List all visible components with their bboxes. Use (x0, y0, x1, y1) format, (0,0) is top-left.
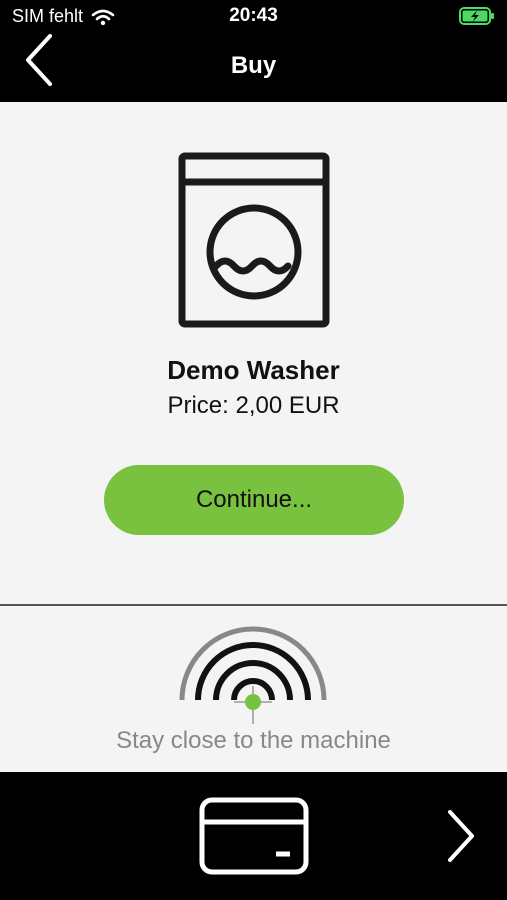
proximity-hint: Stay close to the machine (116, 727, 391, 754)
next-button[interactable] (440, 808, 480, 864)
page-title: Buy (230, 52, 277, 79)
battery-charging-icon (459, 7, 494, 25)
product-panel: Demo Washer Price: 2,00 EUR Continue... (0, 102, 507, 604)
payment-card-button[interactable] (198, 796, 310, 876)
credit-card-icon (199, 797, 309, 875)
buy-screen: SIM fehlt 20:43 Buy Demo Washer Price: 2… (0, 0, 507, 900)
product-name: Demo Washer (167, 355, 340, 385)
washing-machine-icon (178, 152, 330, 328)
product-price: Price: 2,00 EUR (167, 392, 340, 419)
continue-button[interactable]: Continue... (104, 465, 404, 535)
chevron-right-icon (448, 810, 474, 862)
proximity-panel: Stay close to the machine (0, 606, 507, 772)
signal-proximity-icon (179, 626, 327, 724)
footer-bar (0, 772, 507, 900)
status-time: 20:43 (229, 5, 278, 26)
header-bar: SIM fehlt 20:43 Buy (0, 0, 507, 102)
